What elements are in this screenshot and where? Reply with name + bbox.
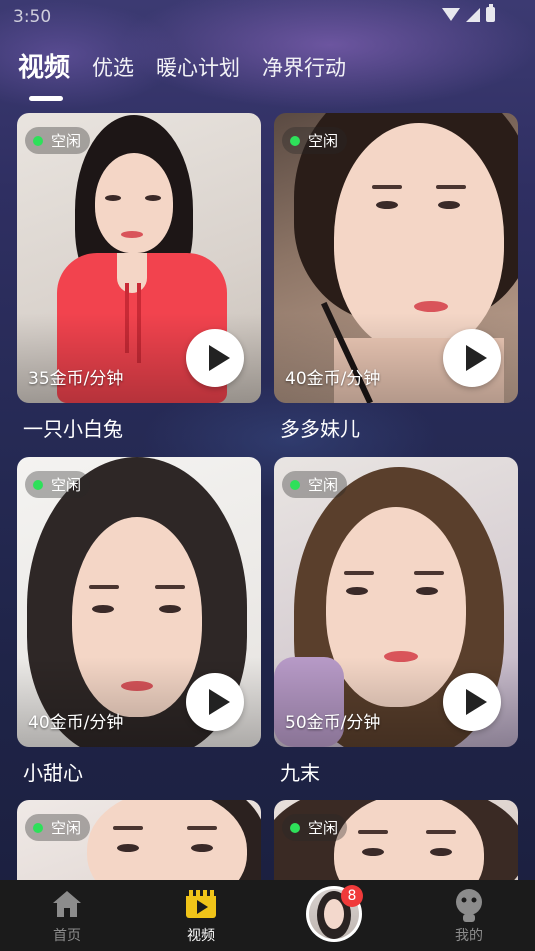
play-button[interactable] [443,673,501,731]
status-label: 空闲 [308,132,339,150]
online-dot-icon [290,822,300,833]
profile-icon [456,889,482,922]
status-badge: 空闲 [282,127,348,154]
status-label: 空闲 [308,476,339,494]
price-label: 50金币/分钟 [285,713,381,733]
streamer-card[interactable]: 空闲 [17,800,261,880]
streamer-card[interactable]: 空闲 35金币/分钟 [17,113,261,403]
price-label: 35金币/分钟 [28,369,124,389]
streamer-grid: 空闲 35金币/分钟 一只小白兔 空闲 40金币/分钟 多多妹儿 空闲 40金币… [0,0,535,880]
play-icon [466,689,487,715]
play-icon [209,689,230,715]
price-label: 40金币/分钟 [28,713,124,733]
nav-home-label: 首页 [53,928,81,944]
play-button[interactable] [443,329,501,387]
notification-badge: 8 [341,885,363,907]
status-badge: 空闲 [25,471,91,498]
nav-home[interactable]: 首页 [27,880,107,951]
streamer-card[interactable]: 空闲 40金币/分钟 [274,113,518,403]
status-badge: 空闲 [25,814,91,841]
video-icon [186,890,216,918]
play-icon [466,345,487,371]
streamer-card[interactable]: 空闲 [274,800,518,880]
home-icon [53,891,81,917]
streamer-name: 小甜心 [23,761,83,785]
online-dot-icon [290,479,300,490]
nav-video-label: 视频 [187,928,215,944]
price-label: 40金币/分钟 [285,369,381,389]
status-label: 空闲 [308,819,339,837]
nav-video[interactable]: 视频 [161,880,241,951]
nav-me[interactable]: 我的 [429,880,509,951]
streamer-card[interactable]: 空闲 50金币/分钟 [274,457,518,747]
streamer-name: 一只小白兔 [23,417,123,441]
online-dot-icon [33,135,43,146]
play-button[interactable] [186,673,244,731]
nav-me-label: 我的 [455,928,483,944]
play-button[interactable] [186,329,244,387]
streamer-name: 多多妹儿 [280,417,360,441]
status-badge: 空闲 [282,814,348,841]
status-label: 空闲 [51,132,82,150]
online-dot-icon [290,135,300,146]
status-badge: 空闲 [25,127,91,154]
status-label: 空闲 [51,819,82,837]
online-dot-icon [33,822,43,833]
status-label: 空闲 [51,476,82,494]
streamer-name: 九末 [280,761,320,785]
status-badge: 空闲 [282,471,348,498]
online-dot-icon [33,479,43,490]
streamer-card[interactable]: 空闲 40金币/分钟 [17,457,261,747]
play-icon [209,345,230,371]
bottom-navigation: 首页 视频 我的 [0,880,535,951]
